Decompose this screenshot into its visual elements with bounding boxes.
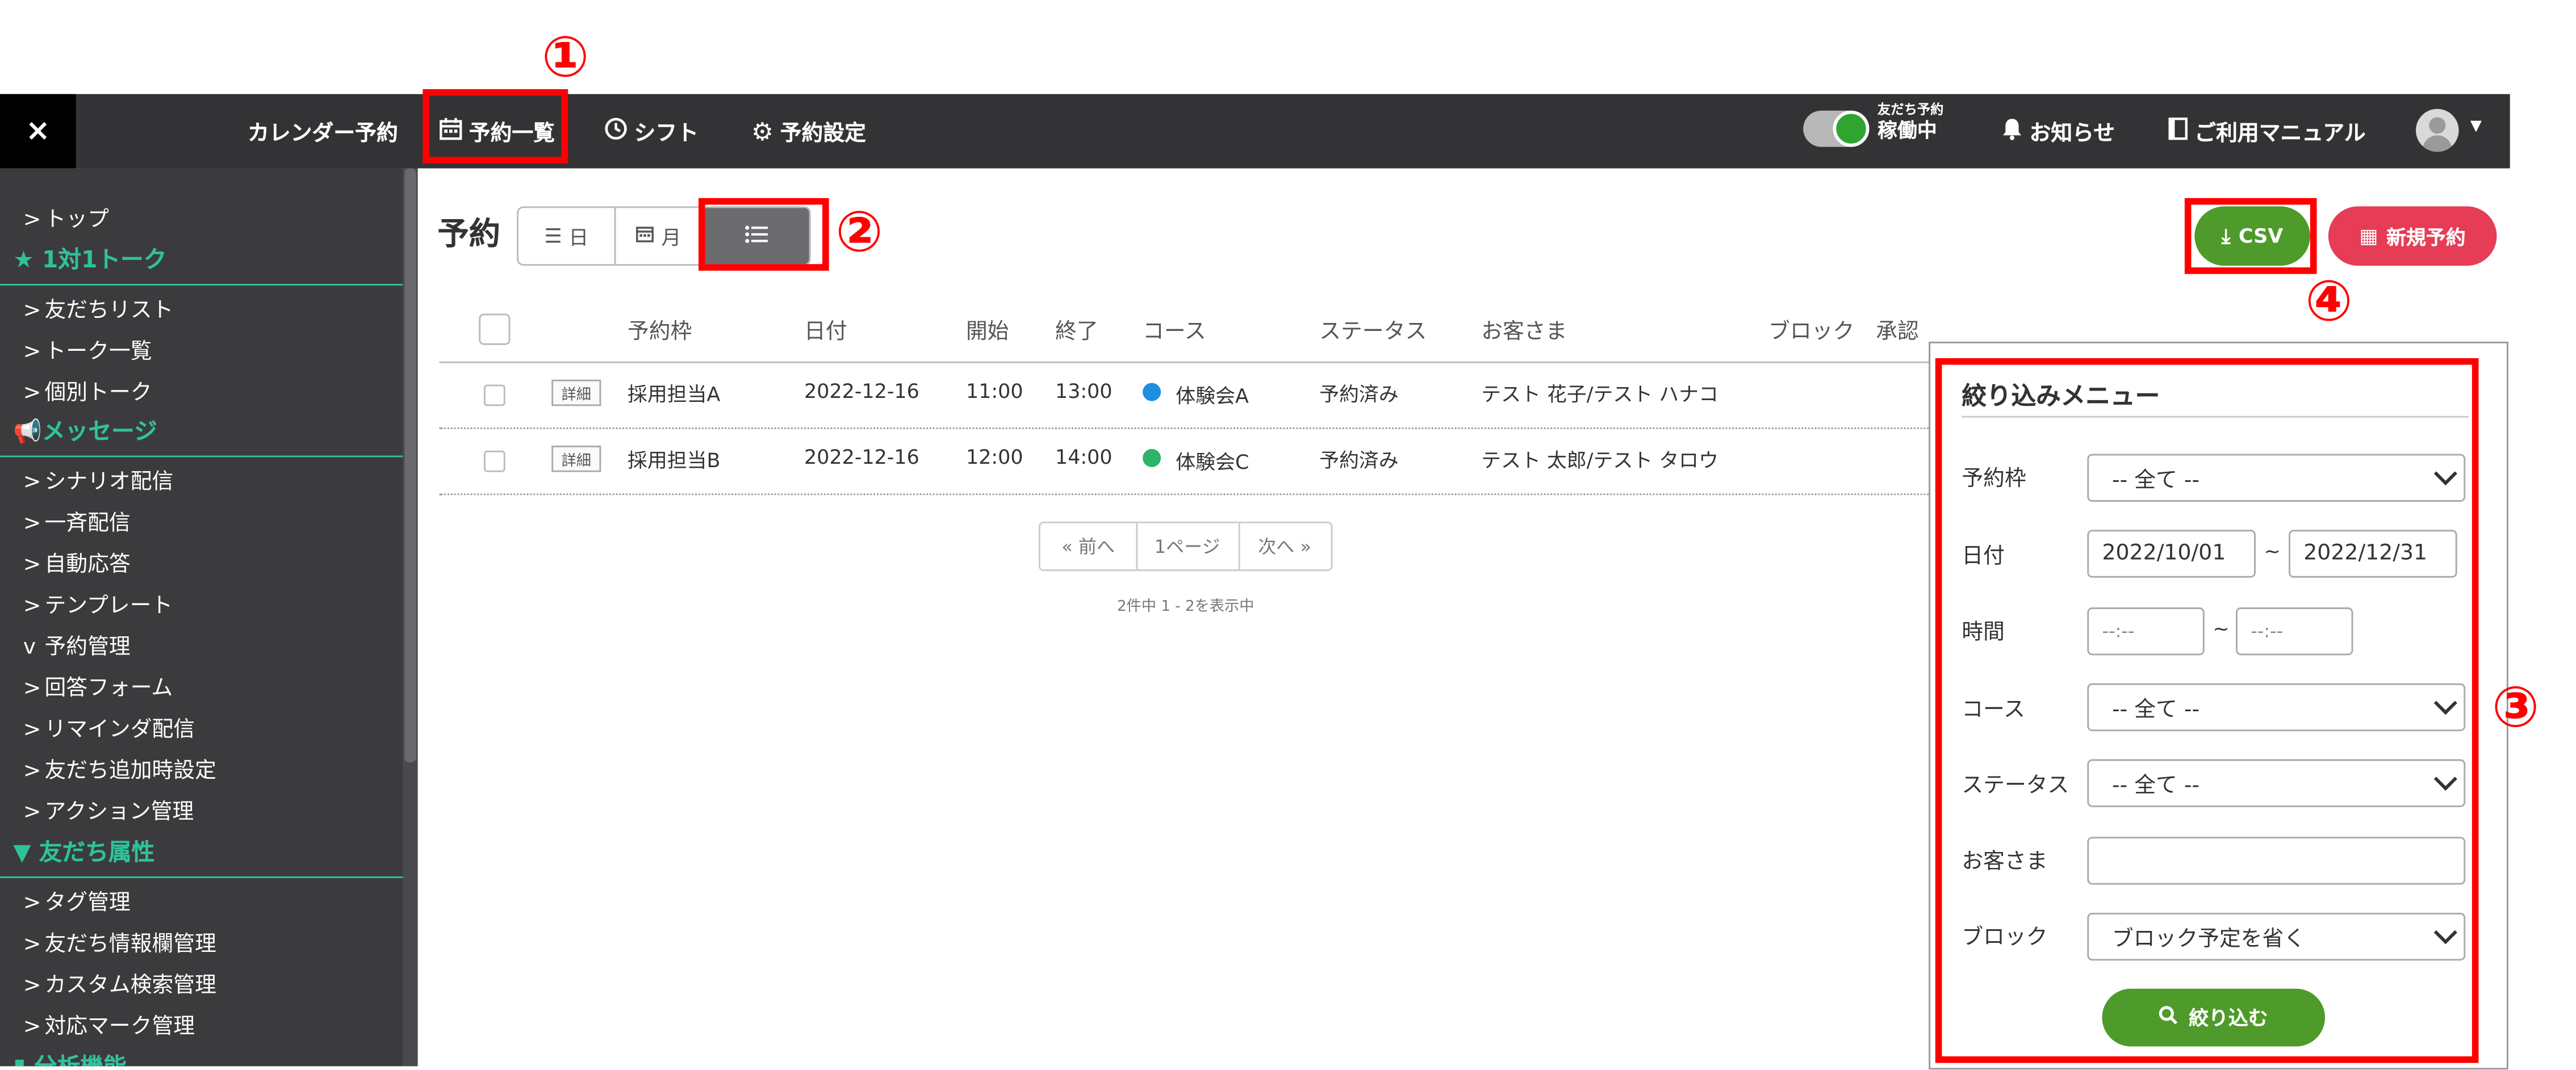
nav-calendar-booking[interactable]: カレンダー予約 xyxy=(248,94,398,169)
table-cell-start: 12:00 xyxy=(966,446,1023,469)
pagination-next[interactable]: 次へ » xyxy=(1239,523,1331,569)
clock-icon xyxy=(604,116,628,146)
view-day-button[interactable]: ☰ 日 xyxy=(518,208,616,265)
sidebar-item-friend-add-setting[interactable]: > 友だち追加時設定 xyxy=(23,753,216,784)
sidebar-item-top[interactable]: > トップ xyxy=(23,202,109,233)
table-cell-end: 14:00 xyxy=(1055,446,1113,469)
col-header-approval: 承認 xyxy=(1876,320,1919,345)
sidebar-item-tags[interactable]: > タグ管理 xyxy=(23,885,131,916)
course-color-dot xyxy=(1143,448,1161,467)
col-header-course: コース xyxy=(1143,320,1206,345)
table-cell-status: 予約済み xyxy=(1319,448,1399,472)
sidebar-item-auto-reply[interactable]: > 自動応答 xyxy=(23,546,131,578)
bell-icon xyxy=(2001,116,2023,146)
table-cell-customer[interactable]: テスト 太郎/テスト タロウ xyxy=(1481,446,1718,473)
filter-icon: ▼ xyxy=(13,840,31,867)
table-cell-start: 11:00 xyxy=(966,379,1023,403)
col-header-end: 終了 xyxy=(1055,320,1098,345)
col-header-start: 開始 xyxy=(966,320,1009,345)
nav-shift[interactable]: シフト xyxy=(604,94,699,169)
sidebar-heading-message: 📢メッセージ xyxy=(13,419,157,446)
nav-calendar-booking-label: カレンダー予約 xyxy=(248,122,398,147)
calendar-icon: ▦ xyxy=(2359,224,2378,248)
course-color-dot xyxy=(1143,383,1161,401)
annotation-box-4 xyxy=(2184,198,2317,274)
nav-booking-settings-label: 予約設定 xyxy=(780,122,866,147)
col-header-status: ステータス xyxy=(1319,320,1427,345)
annotation-number-1: ① xyxy=(541,24,589,91)
sidebar-item-reminder[interactable]: > リマインダ配信 xyxy=(23,711,195,743)
megaphone-icon: 📢 xyxy=(13,419,42,446)
nav-notice[interactable]: お知らせ xyxy=(2001,94,2115,169)
chevron-down-icon[interactable]: ▼ xyxy=(2470,119,2482,135)
col-header-slot: 予約枠 xyxy=(627,320,692,345)
sidebar-item-friends-list[interactable]: > 友だちリスト xyxy=(23,292,174,324)
sidebar: > トップ ★ 1対1トーク > 友だちリスト > トーク一覧 > 個別トーク 📢メッセ… xyxy=(0,168,403,1067)
nav-manual-label: ご利用マニュアル xyxy=(2194,122,2366,147)
sidebar-heading-attributes: ▼ 友だち属性 xyxy=(13,840,155,867)
pagination-current[interactable]: 1ページ xyxy=(1136,523,1240,570)
close-icon[interactable]: × xyxy=(0,94,76,169)
avatar[interactable] xyxy=(2415,108,2459,152)
table-cell-course: 体験会A xyxy=(1176,384,1249,408)
sidebar-item-answer-form[interactable]: > 回答フォーム xyxy=(23,670,173,702)
table-cell-slot: 採用担当B xyxy=(627,448,721,472)
sidebar-item-scenario[interactable]: > シナリオ配信 xyxy=(23,464,174,496)
table-cell-customer[interactable]: テスト 花子/テスト ハナコ xyxy=(1481,380,1718,408)
lines-icon: ☰ xyxy=(544,224,562,248)
sidebar-item-booking-manage[interactable]: v 予約管理 xyxy=(23,629,131,660)
row-detail-button[interactable]: 詳細 xyxy=(551,379,601,406)
sidebar-item-talk-list[interactable]: > トーク一覧 xyxy=(23,333,152,365)
table-cell-status: 予約済み xyxy=(1319,383,1399,406)
sidebar-item-mark[interactable]: > 対応マーク管理 xyxy=(23,1009,195,1040)
sidebar-scroll-thumb[interactable] xyxy=(404,168,416,763)
table-cell-date: 2022-12-16 xyxy=(804,379,919,403)
table-cell-slot: 採用担当A xyxy=(627,383,721,406)
star-icon: ★ xyxy=(13,247,34,274)
row-detail-button[interactable]: 詳細 xyxy=(551,446,601,472)
annotation-number-4: ④ xyxy=(2305,268,2353,335)
sidebar-item-template[interactable]: > テンプレート xyxy=(23,588,173,619)
sidebar-heading-talk: ★ 1対1トーク xyxy=(13,247,167,274)
sidebar-item-individual-talk[interactable]: > 個別トーク xyxy=(23,375,152,406)
pagination-info: 2件中 1 - 2を表示中 xyxy=(1117,599,1254,616)
book-icon xyxy=(2168,116,2188,146)
new-booking-button[interactable]: ▦ 新規予約 xyxy=(2328,206,2497,266)
nav-manual[interactable]: ご利用マニュアル xyxy=(2168,94,2366,169)
sidebar-item-friend-info[interactable]: > 友だち情報欄管理 xyxy=(23,926,216,958)
sidebar-item-custom-search[interactable]: > カスタム検索管理 xyxy=(23,967,216,999)
row-checkbox[interactable] xyxy=(483,450,505,472)
table-cell-course: 体験会C xyxy=(1176,450,1249,474)
toggle-status-label: 友だち予約 稼働中 xyxy=(1877,102,1944,142)
page-title: 予約 xyxy=(437,216,501,253)
annotation-box-2 xyxy=(698,198,829,271)
booking-active-toggle[interactable] xyxy=(1803,110,1870,147)
view-month-button[interactable]: 月 xyxy=(614,208,705,265)
nav-shift-label: シフト xyxy=(634,122,699,147)
col-header-date: 日付 xyxy=(804,320,847,345)
calendar-icon xyxy=(637,224,655,247)
select-all-checkbox[interactable] xyxy=(479,313,511,345)
col-header-customer: お客さま xyxy=(1481,320,1567,345)
nav-booking-settings[interactable]: ⚙ 予約設定 xyxy=(751,94,866,169)
annotation-box-3 xyxy=(1935,358,2479,1063)
row-checkbox[interactable] xyxy=(483,384,505,406)
pagination-prev[interactable]: « 前へ xyxy=(1040,523,1138,570)
sidebar-item-action[interactable]: > アクション管理 xyxy=(23,794,194,825)
annotation-box-1 xyxy=(423,89,568,163)
pagination: « 前へ 1ページ 次へ » xyxy=(1038,521,1333,572)
nav-notice-label: お知らせ xyxy=(2029,122,2115,147)
table-cell-end: 13:00 xyxy=(1055,379,1113,403)
sidebar-heading-analytics: ▮ 分析機能 xyxy=(13,1050,126,1066)
gear-icon: ⚙ xyxy=(751,116,774,146)
col-header-block: ブロック xyxy=(1768,320,1855,345)
table-cell-date: 2022-12-16 xyxy=(804,446,919,469)
annotation-number-3: ③ xyxy=(2491,675,2540,741)
annotation-number-2: ② xyxy=(835,199,884,266)
sidebar-item-broadcast[interactable]: > 一斉配信 xyxy=(23,505,131,536)
chart-icon: ▮ xyxy=(13,1055,26,1066)
